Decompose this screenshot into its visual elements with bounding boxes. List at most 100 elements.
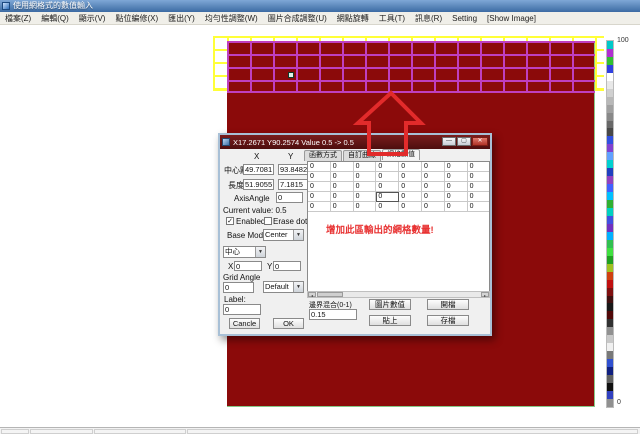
length-y-field[interactable]: 7.1815 xyxy=(278,179,309,190)
color-segment[interactable] xyxy=(607,49,613,57)
color-segment[interactable] xyxy=(607,192,613,200)
table-cell[interactable]: 0 xyxy=(445,182,468,192)
chevron-down-icon[interactable]: ▼ xyxy=(293,230,303,240)
color-segment[interactable] xyxy=(607,327,613,335)
table-cell[interactable]: 0 xyxy=(422,202,445,212)
offset-y-field[interactable]: 0 xyxy=(273,261,301,271)
color-segment[interactable] xyxy=(607,359,613,367)
table-cell[interactable]: 0 xyxy=(331,162,354,172)
color-segment[interactable] xyxy=(607,184,613,192)
color-segment[interactable] xyxy=(607,351,613,359)
menu-item-3[interactable]: 點位編修(X) xyxy=(110,12,163,25)
table-cell[interactable]: 0 xyxy=(354,202,377,212)
menu-item-2[interactable]: 顯示(V) xyxy=(74,12,111,25)
erase-dots-checkbox[interactable] xyxy=(264,217,272,225)
table-cell[interactable]: 0 xyxy=(399,192,422,202)
color-segment[interactable] xyxy=(607,200,613,208)
color-segment[interactable] xyxy=(607,168,613,176)
scrollbar-thumb[interactable] xyxy=(317,292,343,297)
table-cell[interactable]: 0 xyxy=(468,202,490,212)
boundary-blend-field[interactable]: 0.15 xyxy=(309,309,357,320)
cancel-button[interactable]: Cancle xyxy=(229,318,260,329)
offset-x-field[interactable]: 0 xyxy=(234,261,262,271)
dialog-close-button[interactable]: ✕ xyxy=(472,137,488,146)
table-cell[interactable]: 0 xyxy=(354,192,377,202)
paste-button[interactable]: 貼上 xyxy=(369,315,411,326)
table-cell[interactable]: 0 xyxy=(422,172,445,182)
menu-item-9[interactable]: 訊息(R) xyxy=(410,12,447,25)
ok-button[interactable]: OK xyxy=(273,318,304,329)
color-segment[interactable] xyxy=(607,136,613,144)
color-segment[interactable] xyxy=(607,176,613,184)
image-values-button[interactable]: 圖片數值 xyxy=(369,299,411,310)
color-segment[interactable] xyxy=(607,152,613,160)
table-cell[interactable]: 0 xyxy=(399,202,422,212)
table-cell[interactable]: 0 xyxy=(422,182,445,192)
tab-2[interactable]: 網格數值 xyxy=(382,149,420,160)
table-cell[interactable]: 0 xyxy=(422,192,445,202)
color-segment[interactable] xyxy=(607,41,613,49)
color-segment[interactable] xyxy=(607,343,613,351)
color-segment[interactable] xyxy=(607,240,613,248)
table-cell[interactable]: 0 xyxy=(399,182,422,192)
color-segment[interactable] xyxy=(607,216,613,224)
color-segment[interactable] xyxy=(607,113,613,121)
color-segment[interactable] xyxy=(607,383,613,391)
selected-point-marker[interactable] xyxy=(288,72,294,78)
table-cell[interactable]: 0 xyxy=(399,172,422,182)
grid-value-table[interactable]: 0000000000000000000000000000000000000000… xyxy=(307,161,490,293)
color-segment[interactable] xyxy=(607,57,613,65)
table-cell[interactable]: 0 xyxy=(354,182,377,192)
menu-item-5[interactable]: 均勻性調整(W) xyxy=(200,12,263,25)
table-cell[interactable]: 0 xyxy=(308,172,331,182)
color-segment[interactable] xyxy=(607,335,613,343)
color-segment[interactable] xyxy=(607,280,613,288)
grid-angle-mode-dropdown[interactable]: Default▼ xyxy=(263,281,304,293)
save-file-button[interactable]: 存檔 xyxy=(427,315,469,326)
center-x-field[interactable]: 49.7081 xyxy=(243,164,274,175)
table-cell[interactable]: 0 xyxy=(468,162,490,172)
anchor-dropdown[interactable]: 中心▼ xyxy=(223,246,266,258)
table-cell[interactable]: 0 xyxy=(468,172,490,182)
open-file-button[interactable]: 開檔 xyxy=(427,299,469,310)
color-segment[interactable] xyxy=(607,81,613,89)
table-cell[interactable]: 0 xyxy=(354,172,377,182)
tab-0[interactable]: 函數方式 xyxy=(304,150,342,161)
table-cell[interactable]: 0 xyxy=(468,192,490,202)
color-segment[interactable] xyxy=(607,288,613,296)
table-cell[interactable]: 0 xyxy=(376,172,399,182)
table-cell[interactable]: 0 xyxy=(376,192,399,202)
chevron-down-icon[interactable]: ▼ xyxy=(255,247,265,257)
scroll-left-icon[interactable]: ◂ xyxy=(308,292,316,297)
chevron-down-icon[interactable]: ▼ xyxy=(293,282,303,292)
table-cell[interactable]: 0 xyxy=(308,192,331,202)
table-cell[interactable]: 0 xyxy=(308,162,331,172)
base-mode-dropdown[interactable]: Center▼ xyxy=(263,229,304,241)
menu-item-11[interactable]: [Show Image] xyxy=(482,12,541,25)
table-cell[interactable]: 0 xyxy=(445,202,468,212)
scroll-right-icon[interactable]: ▸ xyxy=(481,292,489,297)
menu-item-10[interactable]: Setting xyxy=(447,12,482,25)
table-cell[interactable]: 0 xyxy=(376,182,399,192)
color-segment[interactable] xyxy=(607,232,613,240)
color-segment[interactable] xyxy=(607,97,613,105)
menu-item-8[interactable]: 工具(T) xyxy=(374,12,410,25)
color-segment[interactable] xyxy=(607,89,613,97)
table-cell[interactable]: 0 xyxy=(468,182,490,192)
menu-item-7[interactable]: 網點旋轉 xyxy=(332,12,374,25)
table-cell[interactable]: 0 xyxy=(354,162,377,172)
table-cell[interactable]: 0 xyxy=(422,162,445,172)
color-segment[interactable] xyxy=(607,399,613,407)
color-segment[interactable] xyxy=(607,224,613,232)
color-segment[interactable] xyxy=(607,256,613,264)
table-cell[interactable]: 0 xyxy=(308,182,331,192)
table-horizontal-scrollbar[interactable]: ◂ ▸ xyxy=(307,291,490,298)
color-segment[interactable] xyxy=(607,121,613,129)
menu-item-6[interactable]: 圖片合成調整(U) xyxy=(263,12,332,25)
color-segment[interactable] xyxy=(607,105,613,113)
color-segment[interactable] xyxy=(607,303,613,311)
color-segment[interactable] xyxy=(607,128,613,136)
label-field[interactable]: 0 xyxy=(223,304,261,315)
color-segment[interactable] xyxy=(607,311,613,319)
length-x-field[interactable]: 51.9055 xyxy=(243,179,274,190)
